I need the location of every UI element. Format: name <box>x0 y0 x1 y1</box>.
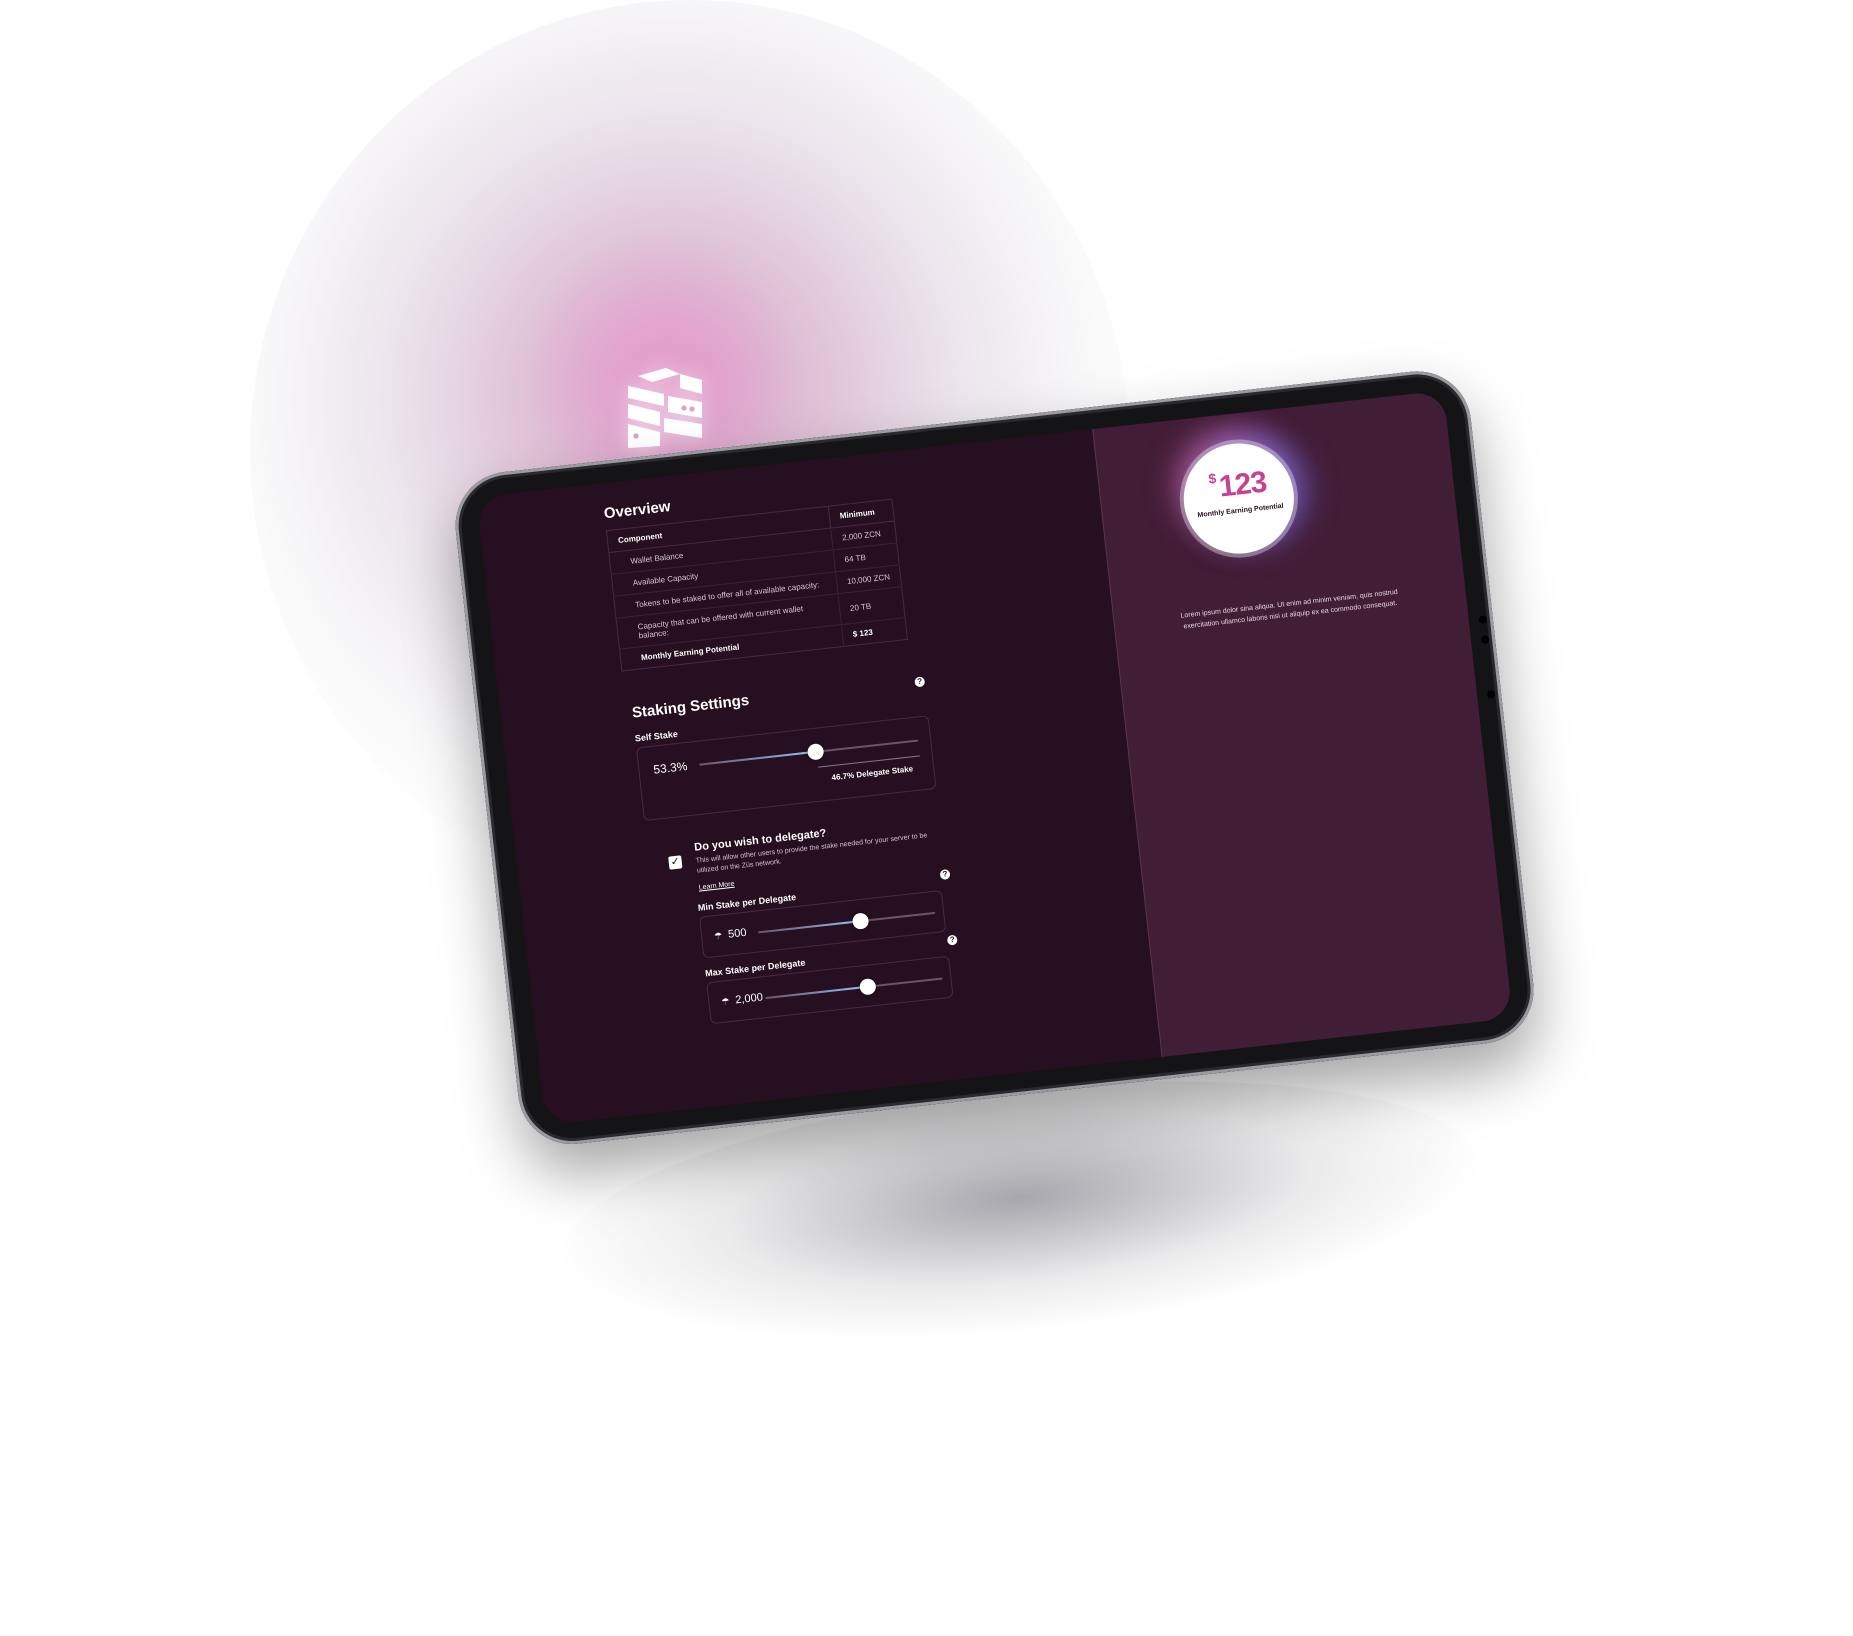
learn-more-link[interactable]: Learn More <box>698 881 734 892</box>
settings-content: Overview Component Minimum Wallet Balanc… <box>603 472 959 1029</box>
zus-logo-icon <box>628 368 702 448</box>
slider-thumb[interactable] <box>851 912 870 930</box>
max-stake-amount: ☂ 2,000 <box>721 991 764 1008</box>
camera-dot <box>1480 635 1490 644</box>
min-stake-amount: ☂ 500 <box>713 926 748 943</box>
earnings-currency: $ <box>1207 469 1218 487</box>
earnings-badge: $123 Monthly Earning Potential <box>1178 437 1300 560</box>
camera-dot <box>1486 689 1496 699</box>
staking-settings-section: Staking Settings ? Self Stake 53.3% 46.7… <box>625 672 959 1029</box>
camera-dot <box>1478 615 1488 625</box>
question-icon[interactable]: ? <box>939 868 951 881</box>
delegate-checkbox[interactable]: ✓ <box>668 855 683 870</box>
slider-thumb[interactable] <box>859 977 877 996</box>
settings-panel: Overview Component Minimum Wallet Balanc… <box>476 429 1162 1126</box>
slider-fill <box>765 985 869 1000</box>
tablet-screen: Overview Component Minimum Wallet Balanc… <box>476 390 1513 1126</box>
self-stake-slider[interactable] <box>699 739 919 766</box>
tablet-mockup: Overview Component Minimum Wallet Balanc… <box>450 365 1540 1150</box>
slider-fill <box>757 920 861 934</box>
coin-icon: ☂ <box>713 930 723 942</box>
question-icon[interactable]: ? <box>946 934 958 946</box>
slider-fill <box>699 750 817 766</box>
max-stake-value: 2,000 <box>734 991 764 1007</box>
delegate-stake-label: 46.7% Delegate Stake <box>831 764 914 783</box>
slider-thumb[interactable] <box>807 742 825 761</box>
overview-table: Component Minimum Wallet Balance 2,000 Z… <box>605 498 909 672</box>
max-stake-slider[interactable] <box>765 977 943 1000</box>
earnings-value: 123 <box>1217 465 1268 504</box>
earnings-panel: $123 Monthly Earning Potential Lorem ips… <box>1092 390 1513 1057</box>
self-stake-value: 53.3% <box>652 759 689 777</box>
earnings-description: Lorem ipsum dolor sina aliqua. Ut enim a… <box>1180 588 1399 631</box>
min-stake-value: 500 <box>727 926 748 941</box>
coin-icon: ☂ <box>720 996 731 1007</box>
min-stake-slider[interactable] <box>757 911 936 934</box>
